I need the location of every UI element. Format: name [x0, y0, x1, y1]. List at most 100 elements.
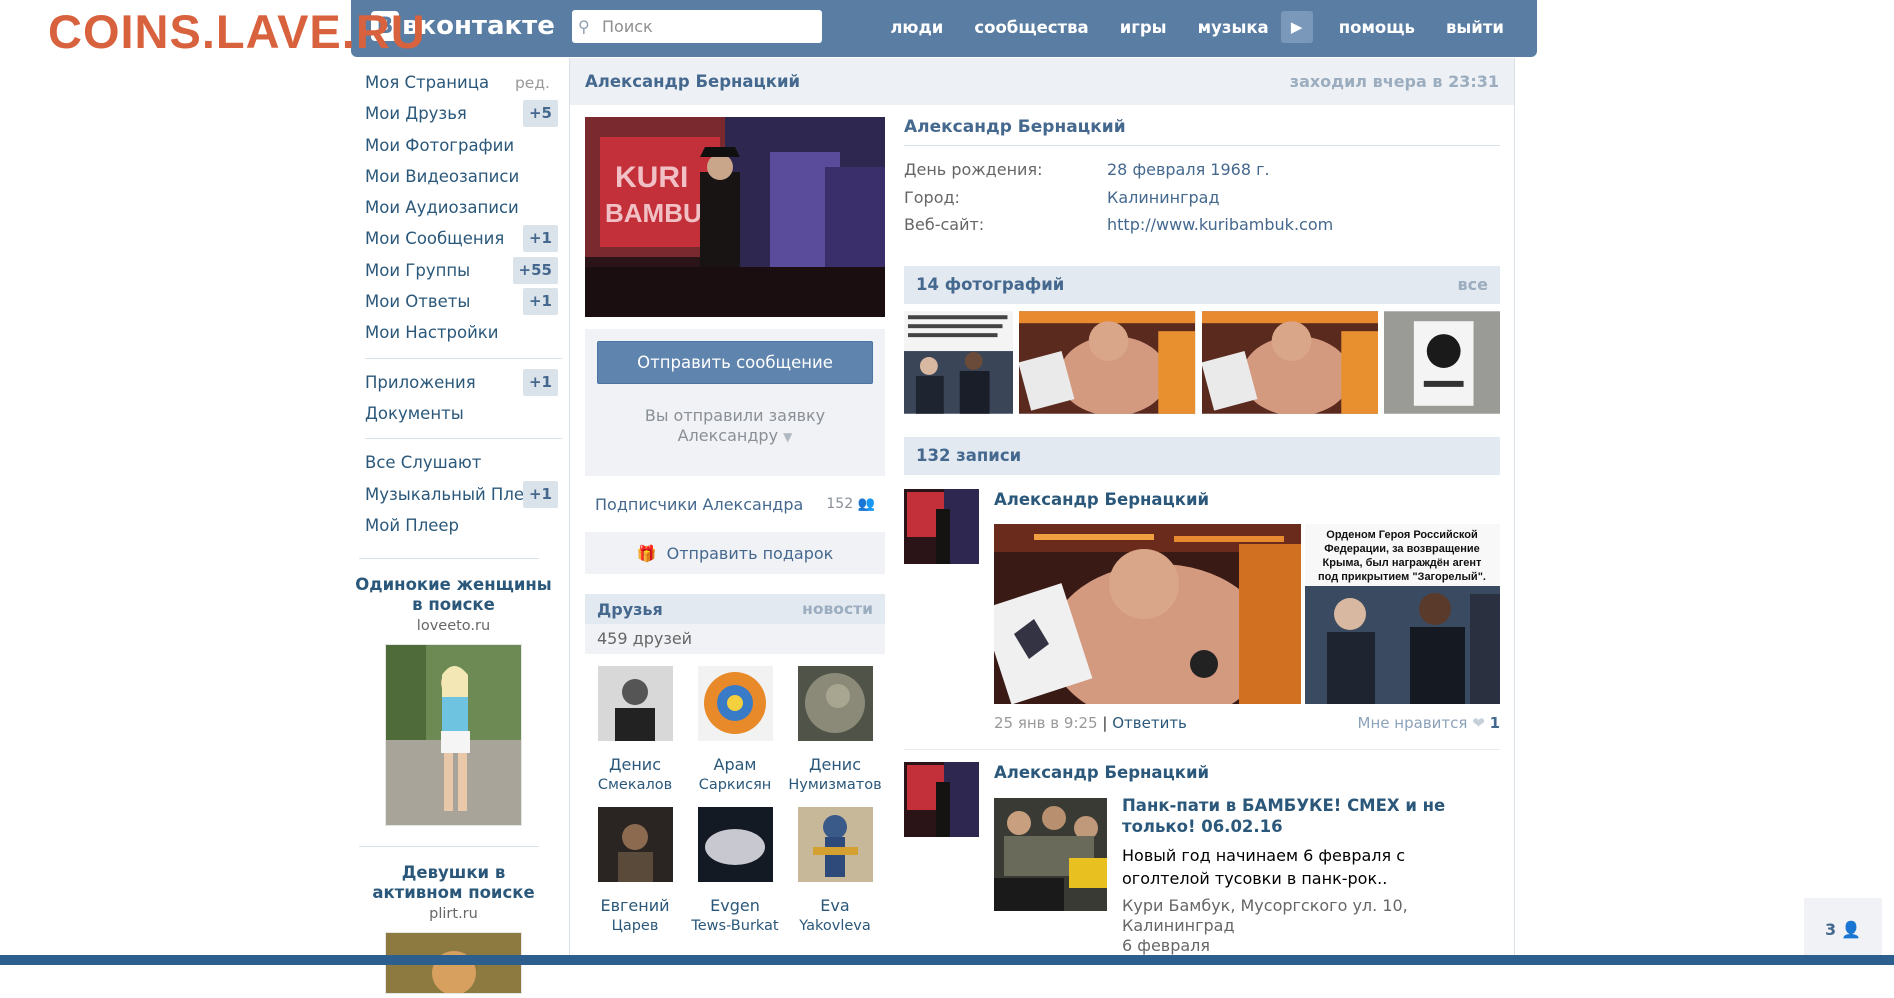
ad-block[interactable]: Девушки в активном поиске plirt.ru — [355, 863, 552, 998]
friend-avatar[interactable] — [597, 807, 673, 882]
search-input[interactable] — [600, 16, 814, 37]
friend-avatar[interactable] — [797, 666, 873, 741]
friend-avatar[interactable] — [597, 666, 673, 741]
ad-title[interactable]: Девушки в активном поиске — [355, 863, 552, 903]
play-icon[interactable]: ▶ — [1280, 11, 1313, 43]
photo-thumb[interactable] — [904, 310, 1014, 414]
sidebar-item-label: Мои Фотографии — [365, 135, 515, 155]
send-message-button[interactable]: Отправить сообщение — [597, 341, 873, 384]
sidebar-item-all-listening[interactable]: Все Слушают — [365, 450, 562, 481]
photo-thumb[interactable] — [1201, 310, 1378, 414]
friend-last-name: Царев — [611, 918, 659, 934]
online-counter[interactable]: 3 👤 — [1804, 898, 1882, 960]
ad-url: plirt.ru — [429, 906, 478, 923]
counter-badge[interactable]: +1 — [522, 225, 558, 253]
wall-header: 132 записи — [904, 436, 1500, 475]
sidebar-item-messages[interactable]: Мои Сообщения +1 — [365, 225, 562, 257]
photos-all-link[interactable]: все — [1458, 275, 1488, 294]
sidebar-item-label: Документы — [365, 403, 464, 423]
friends-title[interactable]: Друзья — [597, 600, 663, 619]
post-link-title[interactable]: Панк-пати в БАМБУКЕ! СМЕХ и не только! 0… — [1122, 795, 1462, 837]
post-link-location: Кури Бамбук, Мусоргского ул. 10, Калинин… — [1122, 895, 1408, 935]
photos-title[interactable]: 14 фотографий — [916, 275, 1064, 294]
friend-avatar[interactable] — [697, 666, 773, 741]
friend-card[interactable]: Eva Yakovleva — [785, 807, 885, 936]
info-value[interactable]: http://www.kuribambuk.com — [1107, 215, 1333, 243]
friend-request-status[interactable]: Вы отправили заявку Александру ▼ — [597, 406, 873, 447]
counter-badge[interactable]: +1 — [522, 288, 558, 316]
counter-badge[interactable]: +5 — [522, 100, 558, 128]
svg-text:Крыма, был награждён агент: Крыма, был награждён агент — [1323, 557, 1483, 569]
post-image[interactable]: Орденом Героя Российской Федерации, за в… — [1305, 523, 1500, 704]
ad-title[interactable]: Одинокие женщины в поиске — [355, 575, 552, 615]
friend-card[interactable]: Арам Саркисян — [685, 666, 785, 795]
sidebar-item-my-player[interactable]: Мой Плеер — [365, 513, 562, 544]
friends-news-link[interactable]: новости — [802, 600, 873, 618]
sidebar-item-music-player[interactable]: Музыкальный Плеер +1 — [365, 480, 562, 513]
sidebar-item-settings[interactable]: Мои Настройки — [365, 320, 562, 351]
post-author-name[interactable]: Александр Бернацкий — [994, 763, 1209, 782]
post-link-thumbnail[interactable] — [994, 797, 1107, 911]
post-date[interactable]: 25 янв в 9:25 — [994, 714, 1098, 732]
svg-text:под прикрытием "Загорелый".: под прикрытием "Загорелый". — [1318, 571, 1486, 583]
friends-count[interactable]: 459 друзей — [585, 624, 885, 654]
wall-post: Александр Бернацкий Орденом Героя Россий… — [904, 488, 1500, 750]
nav-logout[interactable]: выйти — [1446, 18, 1504, 37]
counter-badge[interactable]: +1 — [522, 368, 558, 396]
sidebar-item-documents[interactable]: Документы — [365, 401, 562, 432]
subscribers-row[interactable]: Подписчики Александра 152 👥 — [585, 476, 885, 532]
send-gift-button[interactable]: 🎁 Отправить подарок — [585, 532, 885, 574]
photo-thumb[interactable] — [1019, 310, 1196, 414]
sidebar-item-audios[interactable]: Мои Аудиозаписи — [365, 195, 562, 226]
edit-link[interactable]: ред. — [515, 70, 550, 96]
sidebar-item-apps[interactable]: Приложения +1 — [365, 368, 562, 401]
sidebar-item-photos[interactable]: Мои Фотографии — [365, 133, 562, 164]
profile-name: Александр Бернацкий — [904, 117, 1500, 146]
sidebar-item-my-page[interactable]: Моя Страница ред. — [365, 70, 562, 101]
counter-badge[interactable]: +1 — [522, 480, 558, 508]
post-author-name[interactable]: Александр Бернацкий — [994, 490, 1209, 509]
info-label: Веб-сайт: — [904, 215, 985, 234]
profile-avatar[interactable]: KURI BAMBU — [585, 117, 885, 317]
wall-title[interactable]: 132 записи — [916, 446, 1021, 465]
nav-communities[interactable]: сообщества — [974, 18, 1088, 37]
post-author-avatar[interactable] — [904, 761, 979, 837]
reply-link[interactable]: Ответить — [1112, 714, 1187, 732]
ad-image[interactable] — [385, 644, 522, 827]
post-images: Орденом Героя Российской Федерации, за в… — [994, 523, 1500, 704]
friend-avatar[interactable] — [697, 807, 773, 882]
nav-people[interactable]: люди — [890, 18, 943, 37]
friend-card[interactable]: Евгений Царев — [585, 807, 685, 936]
counter-badge[interactable]: +55 — [512, 256, 558, 284]
sidebar-item-label: Мои Настройки — [365, 323, 499, 343]
nav-help[interactable]: помощь — [1339, 18, 1415, 37]
sidebar-item-friends[interactable]: Мои Друзья +5 — [365, 100, 562, 132]
post-image[interactable] — [994, 523, 1301, 704]
post-author-avatar[interactable] — [904, 488, 979, 564]
info-value[interactable]: 28 февраля 1968 г. — [1107, 160, 1270, 188]
sidebar-item-videos[interactable]: Мои Видеозаписи — [365, 164, 562, 195]
photo-thumb[interactable] — [1383, 310, 1501, 414]
profile-right-column: Александр Бернацкий День рождения: 28 фев… — [904, 117, 1501, 962]
sidebar-item-answers[interactable]: Мои Ответы +1 — [365, 288, 562, 320]
nav-games[interactable]: игры — [1120, 18, 1167, 37]
friend-first-name: Арам — [713, 755, 757, 774]
friend-avatar[interactable] — [797, 807, 873, 882]
like-button[interactable]: Мне нравится ❤ 1 — [1358, 714, 1500, 732]
wall-post: Александр Бернацкий Панк-пати в БАМБУКЕ!… — [904, 761, 1500, 962]
search-box: ⚲ — [572, 10, 822, 43]
action-box: Отправить сообщение Вы отправили заявку … — [585, 329, 885, 476]
friend-first-name: Евгений — [600, 896, 670, 915]
left-sidebar: Моя Страница ред. Мои Друзья +5 Мои Фотогр… — [355, 70, 562, 998]
friend-card[interactable]: Evgen Tews-Burkat — [685, 807, 785, 936]
like-count: 1 — [1489, 713, 1500, 732]
nav-music[interactable]: музыка — [1198, 18, 1269, 37]
photos-strip — [904, 310, 1501, 414]
info-value[interactable]: Калининград — [1107, 188, 1220, 216]
friend-card[interactable]: Денис Нумизматов — [785, 666, 885, 795]
top-header: B вконтакте ⚲ люди сообщества игры музык… — [351, 0, 1537, 57]
sidebar-item-groups[interactable]: Мои Группы +55 — [365, 256, 562, 289]
ad-block[interactable]: Одинокие женщины в поиске loveeto.ru — [355, 575, 552, 830]
friend-card[interactable]: Денис Смекалов — [585, 666, 685, 795]
photos-header: 14 фотографий все — [904, 265, 1500, 304]
